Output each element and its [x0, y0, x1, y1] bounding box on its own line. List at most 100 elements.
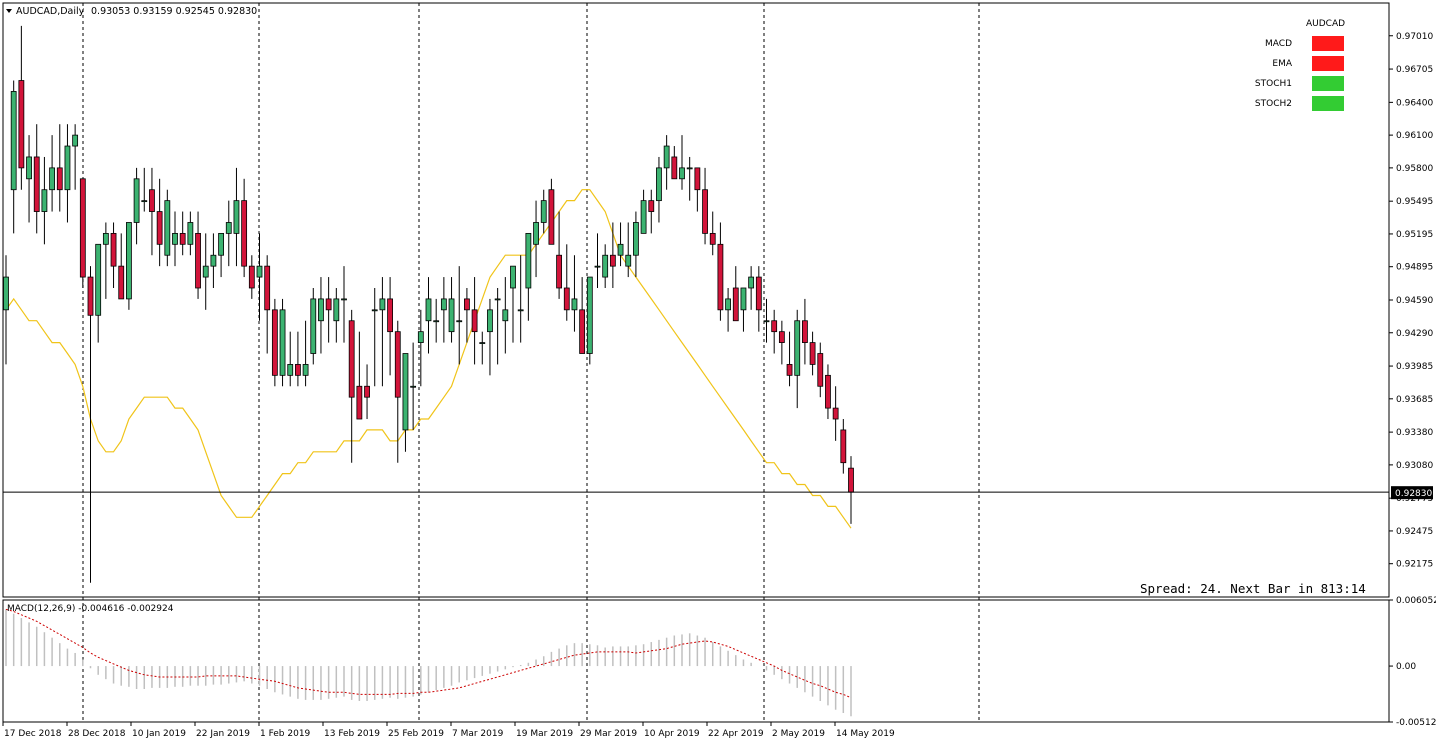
candle-body: [202, 265, 209, 278]
candle-body: [195, 232, 201, 289]
candle-body: [802, 320, 808, 343]
price-tick-label: 0.94590: [1396, 296, 1433, 306]
candle-body: [648, 200, 655, 212]
candle-body: [425, 298, 432, 322]
candle-body: [264, 265, 271, 311]
candle-body: [433, 320, 440, 323]
candle-body: [341, 298, 347, 301]
time-tick-label: 25 Feb 2019: [388, 729, 444, 739]
candle-body: [609, 254, 616, 267]
candle-body: [725, 298, 731, 311]
candle-body: [387, 298, 393, 333]
candle-body: [686, 167, 693, 170]
candle-body: [310, 298, 317, 354]
candle-body: [102, 232, 109, 245]
candle-body: [456, 320, 463, 323]
candle-body: [233, 200, 240, 234]
price-tick-label: 0.95800: [1396, 164, 1433, 174]
candle: [586, 276, 593, 365]
candle-body: [156, 211, 163, 245]
candle-body: [556, 254, 562, 289]
indicator-status-box: [1312, 36, 1344, 51]
candle-body: [778, 331, 785, 343]
candle-body: [325, 298, 332, 311]
candle-body: [26, 156, 32, 180]
candle-body: [840, 429, 847, 464]
price-tick-label: 0.92475: [1396, 527, 1433, 537]
time-tick-label: 2 May 2019: [772, 729, 825, 739]
candle-body: [210, 254, 217, 267]
candle-body: [748, 276, 755, 289]
candle-body: [141, 200, 148, 203]
time-tick-label: 7 Mar 2019: [452, 729, 504, 739]
price-tick-label: 0.93080: [1396, 461, 1433, 471]
candle-body: [494, 298, 501, 301]
candle-body: [333, 298, 340, 322]
candle-body: [848, 467, 854, 493]
candle-body: [133, 178, 140, 223]
candle: [279, 298, 286, 387]
time-tick-label: 10 Apr 2019: [644, 729, 700, 739]
candle-body: [656, 167, 662, 202]
candle-body: [241, 200, 248, 267]
candle-body: [187, 222, 194, 245]
price-tick-label: 0.94895: [1396, 263, 1433, 273]
candle: [310, 287, 317, 365]
time-tick-label: 29 Mar 2019: [580, 729, 637, 739]
price-tick-label: 0.93685: [1396, 395, 1433, 405]
candle-body: [540, 200, 547, 223]
candle-body: [679, 167, 685, 180]
candle-body: [87, 276, 94, 316]
candle: [164, 189, 171, 267]
candle-body: [448, 298, 455, 333]
macd-header: MACD(12,26,9) -0.004616 -0.002924: [7, 604, 174, 614]
candle-body: [594, 265, 601, 268]
candle-body: [809, 342, 816, 365]
candle-body: [579, 309, 586, 354]
time-tick-label: 28 Dec 2018: [68, 729, 126, 739]
candle-body: [571, 298, 578, 311]
candle: [126, 222, 132, 310]
time-tick-label: 13 Feb 2019: [324, 729, 380, 739]
candle-body: [417, 331, 424, 343]
candle-body: [548, 189, 555, 245]
indicator-label: STOCH2: [1255, 99, 1292, 109]
candle-body: [625, 254, 632, 267]
time-tick-label: 14 May 2019: [836, 729, 895, 739]
candle-body: [10, 91, 17, 191]
candle-body: [663, 145, 670, 169]
trading-chart[interactable]: 0.97010 0.96705 0.96400 0.96100 0.95800 0.954…: [0, 0, 1436, 744]
candle-body: [394, 331, 401, 398]
candle-body: [402, 353, 409, 431]
candle-body: [18, 80, 25, 169]
candle-body: [41, 189, 48, 212]
candle-body: [786, 364, 793, 376]
macd-tick-label: 0.00: [1396, 662, 1416, 672]
price-tick-label: 0.95195: [1396, 230, 1433, 240]
price-tick-label: 0.96705: [1396, 65, 1433, 75]
candle-body: [379, 298, 386, 311]
ohlc-values: 0.93053 0.93159 0.92545 0.92830: [91, 6, 257, 17]
candle-body: [771, 320, 778, 333]
time-tick-label: 22 Jan 2019: [196, 729, 250, 739]
candle-body: [617, 243, 624, 256]
price-tick-label: 0.92175: [1396, 560, 1433, 570]
indicator-label: EMA: [1272, 59, 1292, 69]
candle-body: [471, 309, 478, 333]
candle-body: [126, 222, 132, 300]
price-tick-label: 0.95495: [1396, 197, 1433, 207]
candle-body: [271, 309, 278, 376]
candle-body: [832, 407, 839, 420]
candle-body: [248, 265, 255, 289]
candle-body: [586, 276, 593, 354]
time-tick-label: 10 Jan 2019: [132, 729, 186, 739]
candle-body: [740, 287, 747, 311]
candle: [79, 178, 86, 288]
time-tick-label: 17 Dec 2018: [4, 729, 62, 739]
candle-body: [287, 364, 294, 376]
candle-body: [533, 222, 539, 245]
price-tick-label: 0.93380: [1396, 428, 1433, 438]
candle-body: [72, 134, 79, 147]
candle-body: [79, 178, 86, 278]
candle-body: [49, 167, 55, 191]
